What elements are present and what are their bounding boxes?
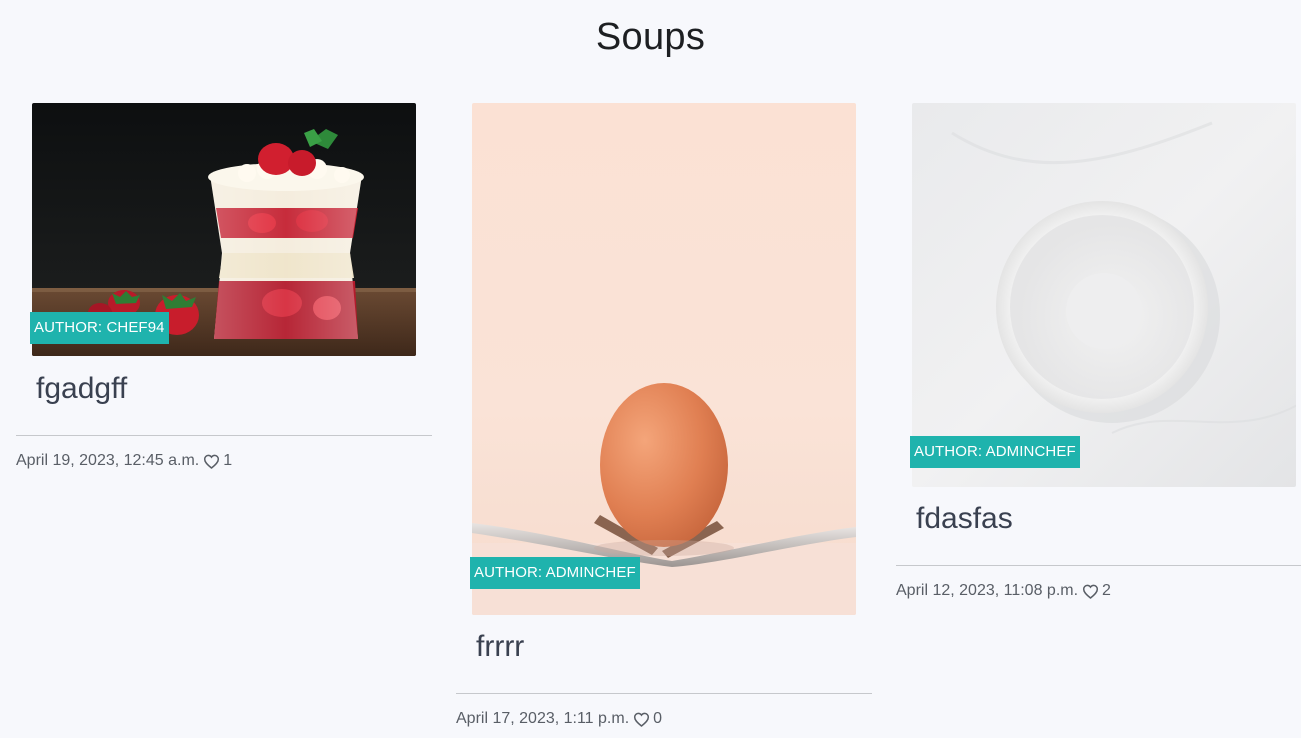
- white-bowl-image: [912, 103, 1296, 487]
- published-date: April 12, 2023, 11:08 p.m.: [896, 582, 1079, 599]
- recipe-meta: April 12, 2023, 11:08 p.m. 2: [896, 582, 1111, 600]
- like-count: 2: [1102, 582, 1111, 599]
- like-count: 0: [653, 710, 663, 727]
- published-date: April 19, 2023, 12:45 a.m.: [16, 452, 200, 469]
- author-badge: AUTHOR: ADMINCHEF: [470, 557, 640, 589]
- recipe-image-link[interactable]: AUTHOR: ADMINCHEF: [470, 103, 856, 615]
- published-date: April 17, 2023, 1:11 p.m.: [456, 710, 630, 727]
- author-badge: AUTHOR: ADMINCHEF: [910, 436, 1080, 468]
- recipe-image-link[interactable]: AUTHOR: CHEF94: [30, 103, 416, 356]
- heart-icon[interactable]: [1082, 584, 1099, 599]
- author-badge: AUTHOR: CHEF94: [30, 312, 169, 344]
- page-title: Soups: [595, 16, 706, 58]
- divider: [456, 693, 872, 694]
- heart-icon[interactable]: [203, 454, 220, 469]
- heart-icon[interactable]: [633, 712, 650, 727]
- egg-on-forks-image: [472, 103, 856, 615]
- recipe-image-link[interactable]: AUTHOR: ADMINCHEF: [910, 103, 1296, 487]
- recipe-title[interactable]: fdasfas: [916, 502, 1013, 536]
- divider: [896, 565, 1301, 566]
- recipe-meta: April 17, 2023, 1:11 p.m. 0: [456, 710, 662, 728]
- divider: [16, 435, 432, 436]
- like-count: 1: [223, 452, 233, 469]
- recipe-title[interactable]: frrrr: [476, 630, 524, 664]
- recipe-meta: April 19, 2023, 12:45 a.m. 1: [16, 452, 232, 470]
- recipe-title[interactable]: fgadgff: [36, 372, 127, 406]
